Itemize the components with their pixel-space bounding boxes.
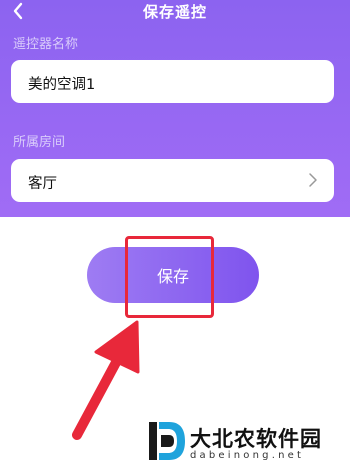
brand-url: dabeinong.net [190,450,305,461]
brand-logo [149,422,185,460]
brand-name: 大北农软件园 [190,427,322,451]
pointer-arrow-icon [72,320,140,440]
